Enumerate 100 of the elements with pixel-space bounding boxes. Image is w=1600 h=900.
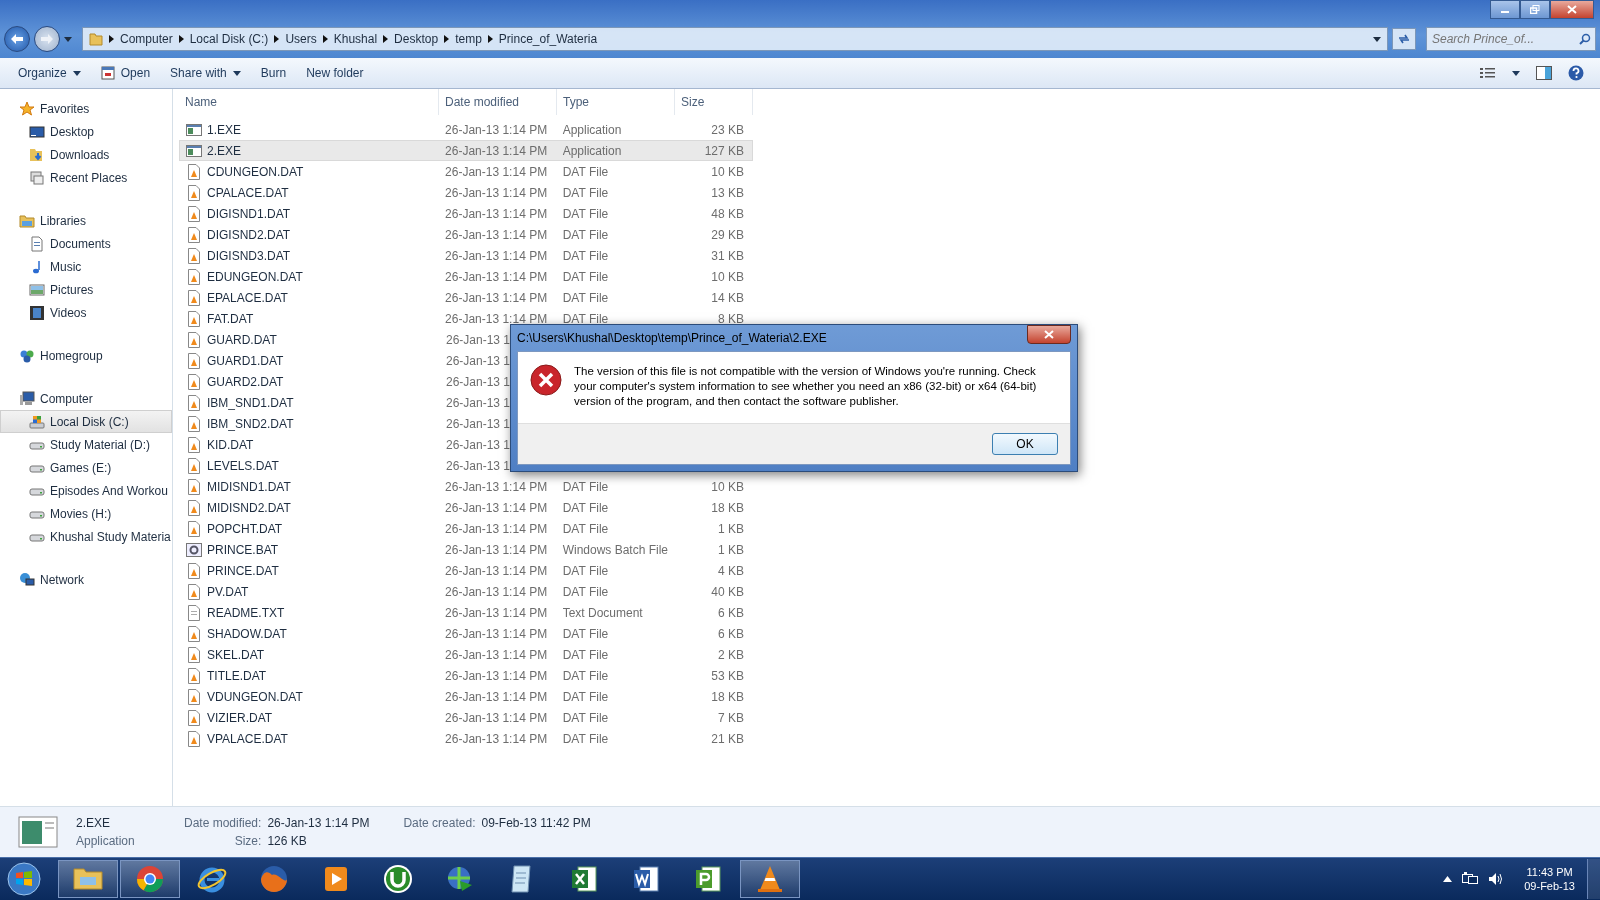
file-row[interactable]: README.TXT 26-Jan-13 1:14 PM Text Document 6 KB (179, 602, 753, 623)
minimize-button[interactable] (1490, 0, 1520, 19)
sidebar-item[interactable]: Computer (0, 387, 172, 410)
sidebar-item[interactable]: Local Disk (C:) (0, 410, 172, 433)
file-row[interactable]: VIZIER.DAT 26-Jan-13 1:14 PM DAT File 7 KB (179, 707, 753, 728)
sidebar-item[interactable]: Videos (0, 301, 172, 324)
dropdown-arrow-icon[interactable] (64, 36, 72, 42)
breadcrumb-arrow-icon[interactable] (109, 35, 114, 43)
file-name: 2.EXE (76, 816, 112, 830)
file-row[interactable]: CDUNGEON.DAT 26-Jan-13 1:14 PM DAT File 10 KB (179, 161, 753, 182)
help-icon[interactable] (1568, 65, 1584, 81)
sidebar-item[interactable]: Network (0, 568, 172, 591)
file-row[interactable]: 1.EXE 26-Jan-13 1:14 PM Application 23 KB (179, 119, 753, 140)
file-row[interactable]: PRINCE.BAT 26-Jan-13 1:14 PM Windows Batch File 1 KB (179, 539, 753, 560)
breadcrumb-arrow-icon[interactable] (322, 35, 328, 43)
file-row[interactable]: PV.DAT 26-Jan-13 1:14 PM DAT File 40 KB (179, 581, 753, 602)
file-row[interactable]: FAT.DAT 26-Jan-13 1:14 PM DAT File 8 KB (179, 308, 753, 329)
toolbar-button[interactable]: New folder (296, 62, 374, 84)
sidebar-item[interactable]: Movies (H:) (0, 502, 172, 525)
sidebar-item[interactable]: Recent Places (0, 166, 172, 189)
file-icon (186, 478, 202, 495)
file-row[interactable]: 2.EXE 26-Jan-13 1:14 PM Application 127 KB (179, 140, 753, 161)
sidebar-item[interactable]: Desktop (0, 120, 172, 143)
up-arrow-icon[interactable] (1443, 876, 1453, 882)
refresh-button[interactable] (1392, 28, 1416, 50)
file-row[interactable]: EPALACE.DAT 26-Jan-13 1:14 PM DAT File 14 KB (179, 287, 753, 308)
toolbar-button[interactable]: Open (90, 62, 161, 84)
breadcrumb-arrow-icon[interactable] (274, 35, 280, 43)
file-row[interactable]: SKEL.DAT 26-Jan-13 1:14 PM DAT File 2 KB (179, 644, 753, 665)
file-row[interactable]: MIDISND2.DAT 26-Jan-13 1:14 PM DAT File 18 KB (179, 497, 753, 518)
size-cell-text: 18 KB (710, 689, 745, 704)
breadcrumb-arrow-icon[interactable] (444, 35, 450, 43)
file-row[interactable]: EDUNGEON.DAT 26-Jan-13 1:14 PM DAT File 10 KB (179, 266, 753, 287)
breadcrumb-arrow-icon[interactable] (487, 35, 493, 43)
close-button[interactable] (1027, 325, 1071, 344)
caret-icon[interactable] (1512, 70, 1520, 76)
sidebar-item[interactable]: Favorites (0, 97, 172, 120)
file-row[interactable]: DIGISND3.DAT 26-Jan-13 1:14 PM DAT File 31 KB (179, 245, 753, 266)
sidebar-item[interactable]: Libraries (0, 209, 172, 232)
breadcrumb[interactable]: Desktop (394, 32, 439, 46)
file-row[interactable]: CPALACE.DAT 26-Jan-13 1:14 PM DAT File 13 KB (179, 182, 753, 203)
restore-button[interactable] (1520, 0, 1550, 19)
file-row[interactable]: POPCHT.DAT 26-Jan-13 1:14 PM DAT File 1 KB (179, 518, 753, 539)
column-header[interactable]: Name (179, 89, 439, 115)
application-icon (18, 816, 58, 848)
file-row[interactable]: TITLE.DAT 26-Jan-13 1:14 PM DAT File 53 KB (179, 665, 753, 686)
file-row[interactable]: DIGISND2.DAT 26-Jan-13 1:14 PM DAT File 29 KB (179, 224, 753, 245)
breadcrumb[interactable]: Computer (120, 32, 173, 46)
search-field[interactable]: Search Prince_of... (1426, 27, 1596, 51)
forward-button[interactable] (34, 26, 60, 52)
sidebar-item[interactable]: Episodes And Workou (0, 479, 172, 502)
column-header[interactable]: Date modified (439, 89, 557, 115)
column-header[interactable]: Size (675, 89, 753, 115)
sidebar-item[interactable]: Music (0, 255, 172, 278)
sidebar-item[interactable]: Khushal Study Materia (0, 525, 172, 548)
taskbar-button[interactable] (120, 860, 180, 898)
breadcrumb-arrow-icon[interactable] (383, 35, 389, 43)
file-row[interactable]: IBM_SND2.DAT 26-Jan-13 1 (179, 413, 753, 434)
preview-pane-icon[interactable] (1536, 66, 1552, 80)
sidebar-item[interactable]: Downloads (0, 143, 172, 166)
breadcrumb-arrow-icon[interactable] (178, 35, 184, 43)
taskbar-button[interactable] (58, 860, 118, 898)
toolbar-button[interactable]: Burn (250, 62, 297, 84)
show-desktop-button[interactable] (1587, 859, 1600, 899)
breadcrumb[interactable]: Prince_of_Wateria (498, 32, 598, 46)
back-button[interactable] (4, 26, 30, 52)
toolbar-button[interactable]: Share with (160, 62, 251, 84)
sidebar-item[interactable]: Study Material (D:) (0, 433, 172, 456)
size-cell-text: 6 KB (717, 626, 745, 641)
network-icon[interactable] (1462, 872, 1479, 886)
file-row[interactable]: PRINCE.DAT 26-Jan-13 1:14 PM DAT File 4 KB (179, 560, 753, 581)
column-header[interactable]: Type (557, 89, 675, 115)
file-row[interactable]: DIGISND1.DAT 26-Jan-13 1:14 PM DAT File 48 KB (179, 203, 753, 224)
breadcrumb[interactable]: Local Disk (C:) (189, 32, 269, 46)
address-bar[interactable]: Computer Local Disk (C:) Users Khushal Desktop temp Prince_of_Wateria (82, 27, 1388, 51)
dialog-title: C:\Users\Khushal\Desktop\temp\Prince_of_Wateria\2.EXE (517, 331, 827, 345)
file-row[interactable]: MIDISND1.DAT 26-Jan-13 1:14 PM DAT File 10 KB (179, 476, 753, 497)
sidebar-item[interactable]: Homegroup (0, 344, 172, 367)
sidebar-item[interactable]: Pictures (0, 278, 172, 301)
clock[interactable]: 11:43 PM 09-Feb-13 (1524, 866, 1575, 892)
file-row[interactable]: KID.DAT 26-Jan-13 1 (179, 434, 753, 455)
date-cell-text: 26-Jan-13 1:14 PM (444, 143, 549, 158)
view-list-icon[interactable] (1480, 67, 1496, 79)
type-cell-text: DAT File (561, 731, 610, 746)
caret-icon (232, 70, 241, 76)
breadcrumb[interactable]: Users (285, 32, 317, 46)
close-button[interactable] (1550, 0, 1594, 19)
dropdown-arrow-icon[interactable] (1373, 36, 1381, 42)
breadcrumb[interactable]: Khushal (333, 32, 378, 46)
file-row[interactable]: SHADOW.DAT 26-Jan-13 1:14 PM DAT File 6 KB (179, 623, 753, 644)
type-cell-text: DAT File (561, 626, 610, 641)
file-row[interactable]: VDUNGEON.DAT 26-Jan-13 1:14 PM DAT File 18 KB (179, 686, 753, 707)
ok-button[interactable]: OK (992, 433, 1058, 455)
breadcrumb[interactable]: temp (455, 32, 482, 46)
toolbar-button[interactable]: Organize (8, 62, 91, 84)
file-row[interactable]: VPALACE.DAT 26-Jan-13 1:14 PM DAT File 21 KB (179, 728, 753, 749)
speaker-icon[interactable] (1488, 872, 1505, 886)
sidebar-item[interactable]: Games (E:) (0, 456, 172, 479)
file-row[interactable]: LEVELS.DAT 26-Jan-13 1 (179, 455, 753, 476)
sidebar-item[interactable]: Documents (0, 232, 172, 255)
